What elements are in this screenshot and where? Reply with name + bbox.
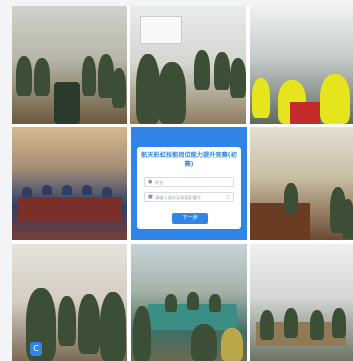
photo-auditorium-middle-left	[12, 127, 127, 240]
contest-title: 航天彩虹技能岗位能力提升竞赛(初赛)	[141, 152, 237, 168]
login-card: 航天彩虹技能岗位能力提升竞赛(初赛) ● 姓名 ■ 请输入身份证或组织编号 ○ …	[137, 147, 241, 229]
photo-hall-bottom-right	[250, 244, 353, 361]
photo-office-middle-right	[250, 127, 353, 240]
photo-training-hall-top-right	[250, 6, 353, 124]
photo-classroom-top-left	[12, 6, 127, 124]
lock-icon: ■	[148, 194, 153, 200]
name-placeholder: 姓名	[155, 180, 164, 185]
app-screen: 航天彩虹技能岗位能力提升竞赛(初赛) ● 姓名 ■ 请输入身份证或组织编号 ○ …	[131, 127, 247, 240]
photo-meeting-bottom-middle	[131, 244, 247, 361]
next-button[interactable]: 下一步	[172, 213, 208, 224]
user-icon: ●	[148, 179, 153, 185]
id-placeholder: 请输入身份证或组织编号	[155, 195, 202, 200]
eye-icon[interactable]: ○	[226, 194, 230, 201]
photo-classroom-top-middle	[130, 6, 246, 124]
photo-collage: 航天彩虹技能岗位能力提升竞赛(初赛) ● 姓名 ■ 请输入身份证或组织编号 ○ …	[12, 6, 353, 361]
c-badge-icon: C	[30, 342, 42, 356]
name-field[interactable]: ● 姓名	[144, 177, 234, 187]
id-field[interactable]: ■ 请输入身份证或组织编号 ○	[144, 192, 234, 202]
